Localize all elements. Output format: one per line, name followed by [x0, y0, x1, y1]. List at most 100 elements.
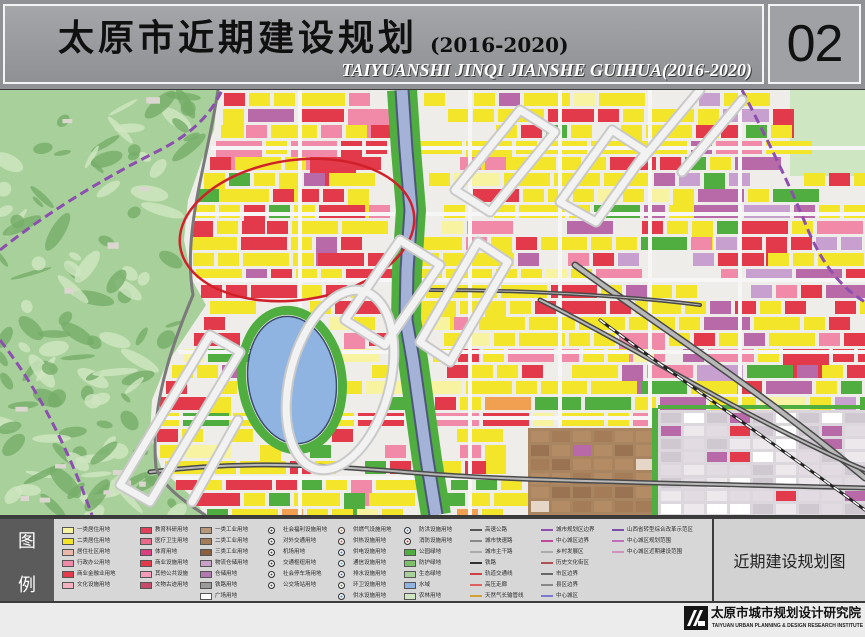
- line-symbol-icon: [541, 595, 553, 597]
- land-parcel: [210, 157, 231, 170]
- legend-label: 水域: [419, 582, 431, 588]
- land-parcel: [223, 189, 269, 202]
- land-parcel: [319, 205, 365, 218]
- legend-item: 城市规划区边界: [541, 526, 595, 534]
- village: [146, 97, 160, 104]
- legend-item: 水域: [404, 581, 430, 589]
- land-parcel: [651, 285, 672, 298]
- land-parcel: [593, 253, 614, 266]
- land-parcel: [676, 285, 697, 298]
- land-parcel: [321, 125, 342, 138]
- land-parcel: [267, 221, 288, 234]
- legend-label: 商业金融业用地: [77, 571, 116, 577]
- land-parcel: [191, 237, 237, 250]
- land-parcel: [751, 285, 772, 298]
- facility-symbol-icon: [268, 526, 275, 534]
- legend-label: 供水设施用地: [353, 593, 387, 599]
- land-parcel: [841, 237, 862, 250]
- zone-parcel: [552, 501, 570, 512]
- zone-parcel: [799, 413, 819, 423]
- legend-swatch: [140, 581, 152, 589]
- zone-parcel: [661, 413, 681, 423]
- zone-parcel: [661, 426, 681, 436]
- land-parcel: [243, 253, 289, 266]
- zone-parcel: [684, 452, 704, 462]
- facility-symbol-icon: [338, 570, 345, 578]
- zone-parcel: [661, 452, 681, 462]
- facility-symbol-icon: [338, 592, 345, 600]
- line-symbol-icon: [470, 562, 482, 564]
- sheet-number-box: 02: [768, 4, 861, 84]
- zone-parcel: [615, 445, 633, 456]
- land-parcel: [516, 237, 537, 250]
- legend-item: 防护绿地: [404, 559, 441, 567]
- legend-swatch: [404, 559, 416, 567]
- land-parcel: [382, 509, 403, 515]
- legend-label: 其他公共设施: [155, 571, 189, 577]
- legend-item: 二类工业用地: [200, 537, 248, 545]
- village: [39, 497, 51, 503]
- legend-item: 农林用地: [404, 592, 441, 600]
- legend-label: 仓储用地: [215, 571, 238, 577]
- land-parcel: [826, 285, 865, 298]
- land-parcel: [424, 93, 445, 106]
- land-parcel: [485, 445, 506, 474]
- zone-parcel: [531, 501, 549, 512]
- legend-label: 高速公路: [485, 527, 508, 533]
- legend-item: 机场用地: [268, 548, 305, 556]
- land-parcel: [429, 173, 450, 186]
- legend-item: 物流仓储用地: [200, 559, 248, 567]
- legend-item: 山西省转型综合改革示范区: [612, 526, 693, 534]
- land-parcel: [499, 93, 520, 106]
- land-parcel: [654, 173, 675, 186]
- land-parcel: [793, 253, 814, 266]
- land-parcel: [504, 317, 525, 330]
- legend-item: 环卫设施用地: [338, 581, 386, 589]
- legend-item: 供燃气设施用地: [338, 526, 392, 534]
- legend-item: 一类工业用地: [200, 526, 248, 534]
- land-parcel: [644, 205, 665, 218]
- zone-parcel: [684, 465, 704, 475]
- facility-symbol-icon: [338, 559, 345, 567]
- line-symbol-icon: [541, 529, 553, 531]
- green-belt: [658, 405, 865, 409]
- legend-swatch: [200, 526, 212, 534]
- legend-item: 消防设施用地: [404, 537, 452, 545]
- zone-parcel: [531, 431, 549, 442]
- legend-item: 铁路: [470, 559, 496, 567]
- land-parcel: [776, 285, 797, 298]
- legend-item: 医疗卫生用地: [140, 537, 188, 545]
- land-parcel: [797, 365, 818, 378]
- land-parcel: [457, 429, 503, 442]
- legend-item: 铁路用地: [200, 581, 237, 589]
- legend-label: 环卫设施用地: [353, 582, 387, 588]
- zone-parcel: [684, 504, 704, 514]
- village: [15, 406, 28, 412]
- zone-parcel: [615, 431, 633, 442]
- facility-symbol-icon: [268, 581, 275, 589]
- zone-parcel: [776, 465, 796, 475]
- zone-parcel: [753, 465, 773, 475]
- land-parcel: [785, 301, 806, 314]
- land-parcel: [242, 221, 263, 234]
- village: [107, 242, 119, 249]
- land-parcel: [618, 253, 639, 266]
- line-symbol-icon: [470, 584, 482, 586]
- land-parcel: [469, 333, 490, 346]
- map-name-box: 近期建设规划图: [712, 519, 865, 601]
- zone-parcel: [845, 426, 865, 436]
- land-parcel: [467, 221, 513, 234]
- zone-parcel: [661, 439, 681, 449]
- zone-parcel: [730, 426, 750, 436]
- zone-parcel: [615, 501, 633, 512]
- legend-item: 仓储用地: [200, 570, 237, 578]
- land-parcel: [224, 93, 245, 106]
- land-parcel: [835, 301, 856, 314]
- land-parcel: [548, 109, 594, 122]
- land-parcel: [660, 157, 681, 170]
- facility-symbol-icon: [404, 526, 411, 534]
- zone-parcel: [531, 487, 549, 498]
- legend-swatch: [200, 570, 212, 578]
- zone-parcel: [799, 452, 819, 462]
- line-symbol-icon: [541, 584, 553, 586]
